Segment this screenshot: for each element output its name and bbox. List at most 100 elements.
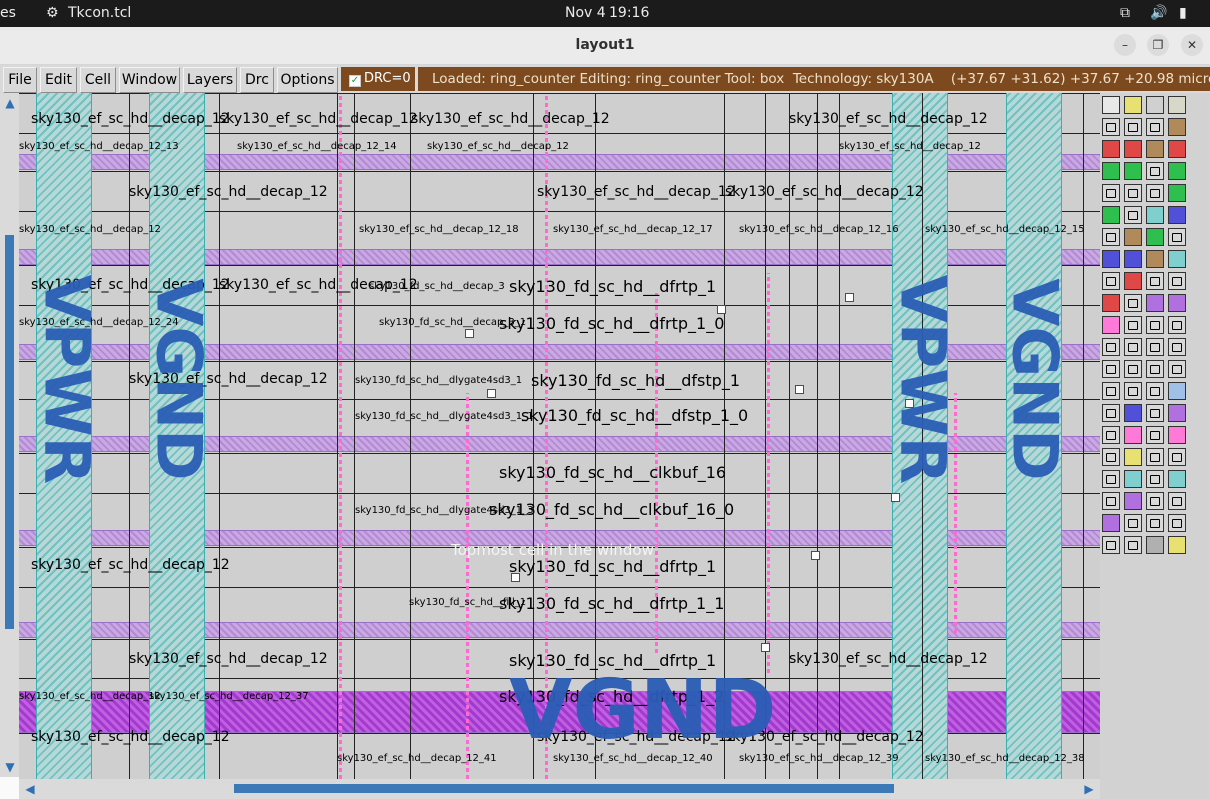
clock-date[interactable]: Nov 4 <box>565 5 606 21</box>
layer-swatch[interactable] <box>1102 118 1120 136</box>
layer-swatch[interactable] <box>1146 360 1164 378</box>
layer-swatch[interactable] <box>1102 184 1120 202</box>
layer-swatch[interactable] <box>1168 316 1186 334</box>
drc-indicator[interactable]: ✓ DRC=0 <box>341 67 415 91</box>
layer-swatch[interactable] <box>1168 404 1186 422</box>
layer-swatch[interactable] <box>1146 338 1164 356</box>
layer-swatch[interactable] <box>1168 96 1186 114</box>
layer-swatch[interactable] <box>1124 316 1142 334</box>
layer-swatch[interactable] <box>1168 536 1186 554</box>
layer-swatch[interactable] <box>1102 492 1120 510</box>
layer-swatch[interactable] <box>1102 514 1120 532</box>
layer-swatch[interactable] <box>1146 118 1164 136</box>
volume-icon[interactable]: 🔊 <box>1150 5 1167 21</box>
layer-swatch[interactable] <box>1102 316 1120 334</box>
layer-swatch[interactable] <box>1168 206 1186 224</box>
layer-swatch[interactable] <box>1146 206 1164 224</box>
layer-swatch[interactable] <box>1124 404 1142 422</box>
layer-swatch[interactable] <box>1146 426 1164 444</box>
layer-swatch[interactable] <box>1124 338 1142 356</box>
layer-swatch[interactable] <box>1124 206 1142 224</box>
layer-swatch[interactable] <box>1168 470 1186 488</box>
layer-swatch[interactable] <box>1168 360 1186 378</box>
menu-edit[interactable]: Edit <box>40 67 77 93</box>
menu-cell[interactable]: Cell <box>80 67 116 93</box>
layer-swatch[interactable] <box>1146 536 1164 554</box>
layer-swatch[interactable] <box>1146 470 1164 488</box>
layer-swatch[interactable] <box>1102 448 1120 466</box>
layer-swatch[interactable] <box>1102 162 1120 180</box>
layer-swatch[interactable] <box>1168 184 1186 202</box>
layer-swatch[interactable] <box>1146 514 1164 532</box>
layer-swatch[interactable] <box>1168 514 1186 532</box>
layer-swatch[interactable] <box>1124 272 1142 290</box>
layer-swatch[interactable] <box>1124 492 1142 510</box>
layer-swatch[interactable] <box>1124 426 1142 444</box>
layer-swatch[interactable] <box>1102 96 1120 114</box>
layer-swatch[interactable] <box>1168 140 1186 158</box>
layer-swatch[interactable] <box>1124 294 1142 312</box>
minimize-button[interactable]: – <box>1114 34 1136 56</box>
layer-swatch[interactable] <box>1102 272 1120 290</box>
layer-swatch[interactable] <box>1146 294 1164 312</box>
layer-swatch[interactable] <box>1146 228 1164 246</box>
layer-swatch[interactable] <box>1168 294 1186 312</box>
menu-file[interactable]: File <box>3 67 37 93</box>
menu-window[interactable]: Window <box>119 67 180 93</box>
layer-swatch[interactable] <box>1124 184 1142 202</box>
layer-swatch[interactable] <box>1124 118 1142 136</box>
layer-swatch[interactable] <box>1168 250 1186 268</box>
layer-swatch[interactable] <box>1146 184 1164 202</box>
layout-canvas[interactable]: sky130_ef_sc_hd__decap_12 sky130_ef_sc_h… <box>19 93 1100 779</box>
clock-time[interactable]: 19:16 <box>609 5 649 21</box>
layer-swatch[interactable] <box>1102 470 1120 488</box>
layer-swatch[interactable] <box>1124 250 1142 268</box>
layer-swatch[interactable] <box>1102 536 1120 554</box>
layer-swatch[interactable] <box>1124 228 1142 246</box>
horizontal-scrollbar[interactable]: ◀ ▶ <box>19 779 1100 799</box>
window-titlebar[interactable]: layout1 – ❐ ✕ <box>0 27 1210 65</box>
close-button[interactable]: ✕ <box>1181 34 1203 56</box>
layer-swatch[interactable] <box>1168 228 1186 246</box>
layer-swatch[interactable] <box>1168 426 1186 444</box>
layer-swatch[interactable] <box>1124 536 1142 554</box>
layer-swatch[interactable] <box>1102 404 1120 422</box>
battery-icon[interactable]: ▮ <box>1179 5 1187 21</box>
scroll-down-arrow-icon[interactable]: ▼ <box>3 760 17 774</box>
layer-swatch[interactable] <box>1124 470 1142 488</box>
layer-swatch[interactable] <box>1146 272 1164 290</box>
layer-swatch[interactable] <box>1124 162 1142 180</box>
menu-layers[interactable]: Layers <box>183 67 237 93</box>
layer-swatch[interactable] <box>1102 140 1120 158</box>
horizontal-scroll-thumb[interactable] <box>234 784 894 793</box>
layer-swatch[interactable] <box>1102 360 1120 378</box>
layer-swatch[interactable] <box>1146 140 1164 158</box>
scroll-up-arrow-icon[interactable]: ▲ <box>3 96 17 110</box>
layer-swatch[interactable] <box>1102 294 1120 312</box>
layer-swatch[interactable] <box>1102 426 1120 444</box>
maximize-button[interactable]: ❐ <box>1147 34 1169 56</box>
layer-swatch[interactable] <box>1168 492 1186 510</box>
activities-fragment[interactable]: es <box>0 5 16 21</box>
layer-swatch[interactable] <box>1168 448 1186 466</box>
vertical-scrollbar[interactable]: ▲ ▼ <box>0 93 19 777</box>
layer-swatch[interactable] <box>1102 228 1120 246</box>
layer-swatch[interactable] <box>1168 162 1186 180</box>
menu-drc[interactable]: Drc <box>240 67 274 93</box>
scroll-right-arrow-icon[interactable]: ▶ <box>1082 782 1096 796</box>
layer-swatch[interactable] <box>1124 96 1142 114</box>
layer-swatch[interactable] <box>1124 140 1142 158</box>
layer-swatch[interactable] <box>1102 338 1120 356</box>
menu-options[interactable]: Options <box>277 67 338 93</box>
layer-swatch[interactable] <box>1146 382 1164 400</box>
layer-swatch[interactable] <box>1146 96 1164 114</box>
layer-swatch[interactable] <box>1124 514 1142 532</box>
scroll-left-arrow-icon[interactable]: ◀ <box>23 782 37 796</box>
layer-swatch[interactable] <box>1146 404 1164 422</box>
layer-swatch[interactable] <box>1124 448 1142 466</box>
layer-swatch[interactable] <box>1124 382 1142 400</box>
layer-swatch[interactable] <box>1168 382 1186 400</box>
layer-swatch[interactable] <box>1102 382 1120 400</box>
layer-swatch[interactable] <box>1168 338 1186 356</box>
app-name[interactable]: Tkcon.tcl <box>68 5 131 21</box>
